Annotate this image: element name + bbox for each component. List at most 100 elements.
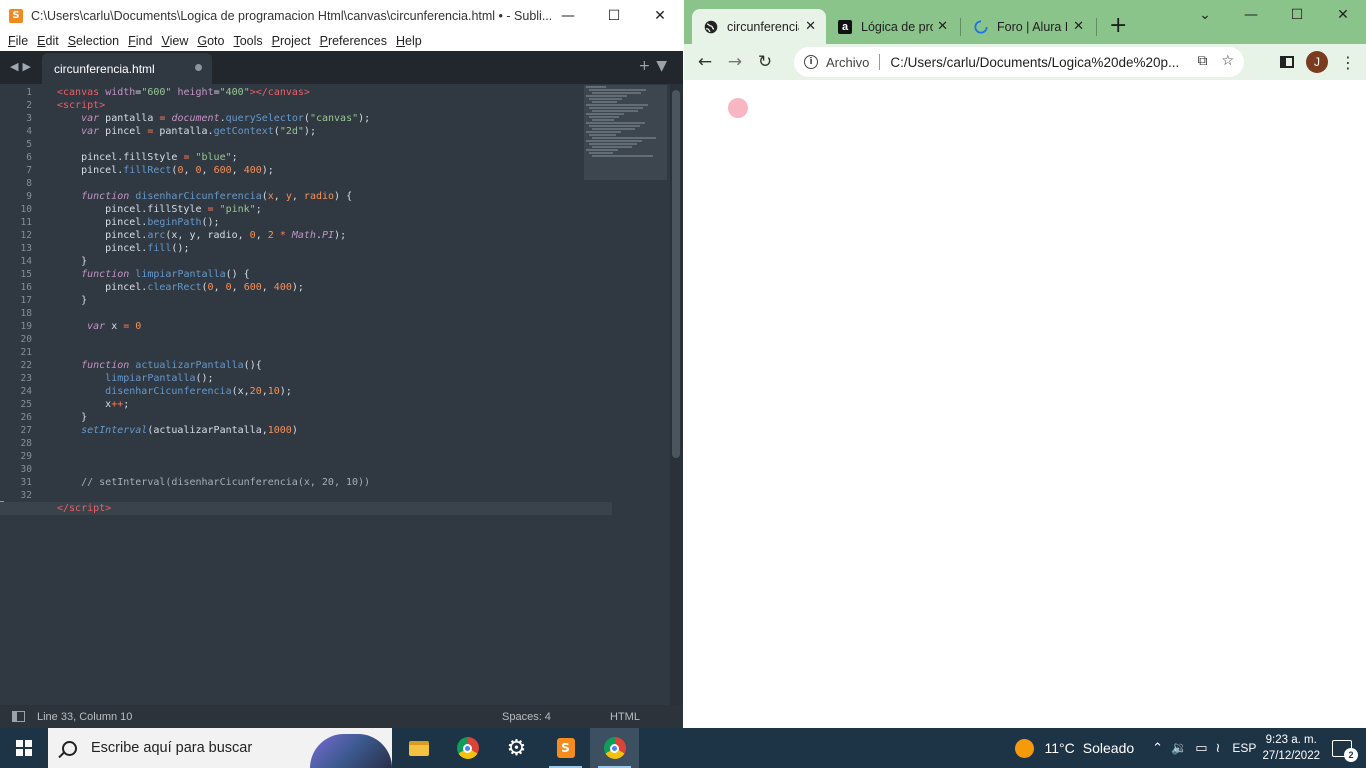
browser-tab-logica[interactable]: a Lógica de progr ✕: [826, 9, 958, 44]
start-button[interactable]: [0, 728, 48, 768]
close-button[interactable]: ✕: [1320, 0, 1366, 30]
chrome-window: circunferencia.ht ✕ a Lógica de progr ✕ …: [684, 0, 1366, 728]
menu-edit[interactable]: Edit: [37, 34, 59, 48]
minimap[interactable]: [584, 85, 667, 180]
gear-icon: ⚙: [506, 735, 527, 761]
menu-preferences[interactable]: Preferences: [320, 34, 387, 48]
windows-taskbar: Escribe aquí para buscar ⚙ S 11°C Solead…: [0, 728, 1366, 768]
language-indicator[interactable]: ESP: [1232, 741, 1256, 755]
syntax-setting[interactable]: HTML: [610, 711, 640, 723]
tab-search-icon[interactable]: ⌄: [1182, 0, 1228, 30]
sublime-tabbar: ◀▶ circunferencia.html +▼: [0, 51, 683, 84]
taskbar-file-explorer[interactable]: [394, 728, 443, 768]
scrollbar-thumb[interactable]: [672, 90, 680, 458]
address-bar[interactable]: i Archivo C:/Users/carlu/Documents/Logic…: [794, 47, 1244, 77]
sun-icon[interactable]: [1014, 738, 1034, 758]
forward-icon[interactable]: →: [720, 47, 750, 77]
browser-tab-circunferencia[interactable]: circunferencia.ht ✕: [692, 9, 826, 44]
line-number: 21: [20, 347, 32, 358]
sublime-window-title: C:\Users\carlu\Documents\Logica de progr…: [31, 8, 551, 23]
minimize-button[interactable]: —: [545, 0, 591, 31]
line-number: 16: [20, 282, 32, 293]
clock[interactable]: 9:23 a. m. 27/12/2022: [1262, 732, 1320, 764]
taskbar-chrome-profile[interactable]: [590, 728, 639, 768]
more-menu-icon[interactable]: ⋮: [1340, 53, 1356, 72]
url-text[interactable]: C:/Users/carlu/Documents/Logica%20de%20p…: [890, 55, 1186, 70]
line-number: 32: [20, 490, 32, 501]
battery-icon: ▭: [1195, 740, 1216, 756]
taskbar-search[interactable]: Escribe aquí para buscar: [48, 728, 392, 768]
weather-temp[interactable]: 11°C: [1045, 740, 1075, 756]
share-icon[interactable]: ⧉: [1197, 53, 1207, 69]
line-number: 28: [20, 438, 32, 449]
tray-icons[interactable]: ⌃🔉▭≀: [1152, 741, 1228, 756]
tab-nav-arrows-icon[interactable]: ◀▶: [10, 60, 35, 73]
unsaved-dot-icon[interactable]: [195, 64, 202, 71]
code-line: setInterval(actualizarPantalla,1000): [81, 425, 298, 436]
editor-tab[interactable]: circunferencia.html: [42, 53, 212, 84]
line-number: 22: [20, 360, 32, 371]
line-number: 1: [26, 87, 32, 98]
cursor-position[interactable]: Line 33, Column 10: [37, 711, 132, 723]
maximize-button[interactable]: ☐: [1274, 0, 1320, 30]
profile-avatar[interactable]: J: [1306, 51, 1328, 73]
line-number: 15: [20, 269, 32, 280]
system-tray: 11°C Soleado ⌃🔉▭≀ ESP 9:23 a. m. 27/12/2…: [1014, 728, 1366, 768]
reload-icon[interactable]: ↻: [750, 47, 780, 77]
maximize-button[interactable]: ☐: [591, 0, 637, 31]
menu-project[interactable]: Project: [272, 34, 311, 48]
code-line: var pantalla = document.querySelector("c…: [81, 113, 371, 124]
minimize-button[interactable]: —: [1228, 0, 1274, 30]
security-label[interactable]: Archivo: [826, 55, 869, 70]
close-tab-icon[interactable]: ✕: [1073, 19, 1084, 34]
tab-add-menu-icon[interactable]: +▼: [639, 58, 674, 74]
taskbar-sublime[interactable]: S: [541, 728, 590, 768]
code-line: limpiarPantalla();: [105, 373, 214, 384]
code-editor[interactable]: 1 2 3 4 5 6 7 8 9 10 11 12 13 14 15 16 17 18 19 20 21 22 23 24 2…: [0, 84, 670, 705]
browser-tab-title: circunferencia.ht: [727, 19, 799, 34]
browser-tab-title: Foro | Alura Lat: [997, 19, 1067, 34]
canvas-circle: [728, 98, 748, 118]
code-line: x++;: [57, 399, 130, 410]
sidebar-toggle-icon[interactable]: [12, 711, 25, 722]
info-icon[interactable]: i: [804, 55, 818, 69]
search-icon: [62, 740, 77, 756]
code-content[interactable]: <canvas width="600" height="400"></canva…: [0, 86, 612, 515]
close-button[interactable]: ✕: [637, 0, 683, 31]
close-tab-icon[interactable]: ✕: [937, 19, 948, 34]
indentation-setting[interactable]: Spaces: 4: [502, 711, 551, 723]
menu-tools[interactable]: Tools: [233, 34, 262, 48]
menu-view[interactable]: View: [161, 34, 188, 48]
back-icon[interactable]: ←: [690, 47, 720, 77]
new-tab-icon[interactable]: +: [1109, 13, 1127, 38]
line-number: 26: [20, 412, 32, 423]
code-line: <canvas width="600" height="400"></canva…: [57, 87, 310, 98]
bookmark-star-icon[interactable]: ☆: [1221, 53, 1234, 69]
tab-separator: [1096, 18, 1097, 36]
taskbar-settings[interactable]: ⚙: [492, 728, 541, 768]
menu-help[interactable]: Help: [396, 34, 422, 48]
taskbar-chrome[interactable]: [443, 728, 492, 768]
line-number: 4: [26, 126, 32, 137]
menu-find[interactable]: Find: [128, 34, 152, 48]
browser-tab-foro[interactable]: Foro | Alura Lat ✕: [962, 9, 1094, 44]
line-number: 5: [26, 139, 32, 150]
close-tab-icon[interactable]: ✕: [805, 19, 816, 34]
line-number-gutter: 1 2 3 4 5 6 7 8 9 10 11 12 13 14 15 16 17 18 19 20 21 22 23 24 2…: [0, 86, 40, 515]
code-line: }: [57, 295, 88, 306]
menu-file[interactable]: File: [8, 34, 28, 48]
line-number: 13: [20, 243, 32, 254]
code-line: pincel.fillRect(0, 0, 600, 400);: [57, 165, 274, 176]
weather-text[interactable]: Soleado: [1083, 740, 1134, 756]
menu-selection[interactable]: Selection: [68, 34, 119, 48]
editor-scrollbar[interactable]: [670, 84, 683, 705]
side-panel-icon[interactable]: [1280, 56, 1294, 68]
line-number: 3: [26, 113, 32, 124]
notifications-icon[interactable]: 2: [1332, 739, 1358, 762]
menu-goto[interactable]: Goto: [197, 34, 224, 48]
loading-icon: [974, 19, 988, 34]
page-canvas: [684, 80, 1366, 728]
